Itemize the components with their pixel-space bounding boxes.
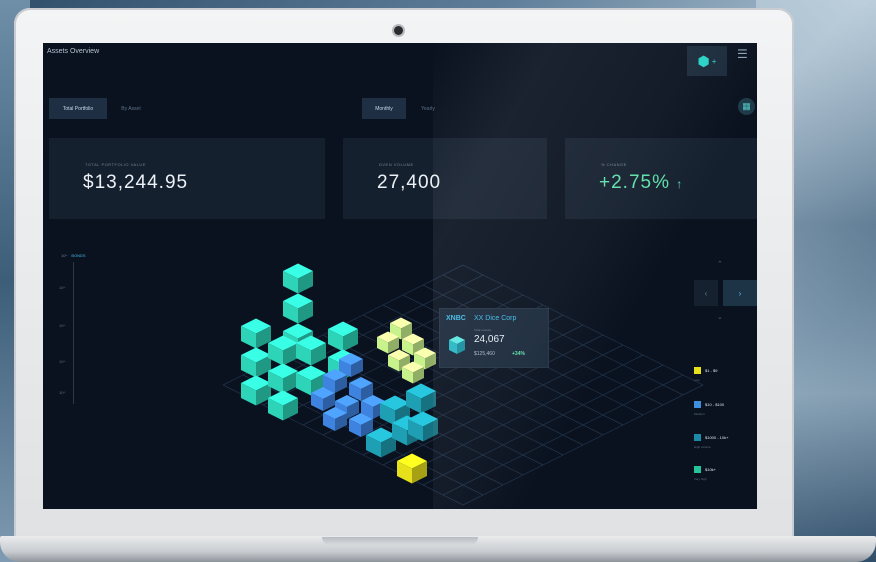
chart-cube (268, 363, 298, 394)
legend-label: $10 - $100 (705, 402, 725, 407)
chart-cube (283, 263, 313, 294)
asset-tooltip: XNBC XX Dice Corp Total amount 24,067 $1… (439, 308, 549, 368)
tooltip-subtitle: Total amount (474, 328, 492, 332)
legend-swatch (694, 367, 701, 374)
chart-cube (241, 318, 271, 349)
tooltip-value: 24,067 (474, 334, 505, 345)
legend-label: $1000 - 10k+ (705, 435, 729, 440)
legend-swatch (694, 401, 701, 408)
laptop-notch (322, 537, 478, 545)
dashboard-screen: Assets Overview ⬢ + ☰ Total Portfolio By … (43, 43, 757, 509)
camera-icon (394, 26, 403, 35)
legend-swatch (694, 466, 701, 473)
tooltip-price: $125,460 (474, 351, 495, 357)
legend-sub: Low (694, 378, 700, 382)
chart-cube (241, 375, 271, 406)
legend-label: $10k+ (705, 467, 717, 472)
chart-cube (328, 321, 358, 352)
tooltip-change: +34% (512, 351, 525, 357)
legend-sub: Very high (694, 477, 707, 481)
chart-cube (241, 347, 271, 378)
legend-swatch (694, 434, 701, 441)
legend-sub: High volume (694, 445, 711, 449)
chart-cube (397, 453, 427, 484)
legend-sub: Medium (694, 412, 705, 416)
cube-icon (449, 336, 465, 354)
chevron-down-icon[interactable]: ⌄ (717, 313, 723, 321)
chevron-up-icon[interactable]: ⌃ (717, 260, 723, 268)
tooltip-ticker: XNBC (446, 315, 466, 322)
legend-label: $1 - $9 (705, 368, 718, 373)
chevron-left-icon[interactable]: ‹ (694, 280, 718, 306)
chart-cube (268, 390, 298, 421)
isometric-grid (222, 263, 704, 506)
chevron-right-icon[interactable]: › (723, 280, 757, 306)
chart-cube (283, 293, 313, 324)
tooltip-company: XX Dice Corp (474, 315, 517, 322)
